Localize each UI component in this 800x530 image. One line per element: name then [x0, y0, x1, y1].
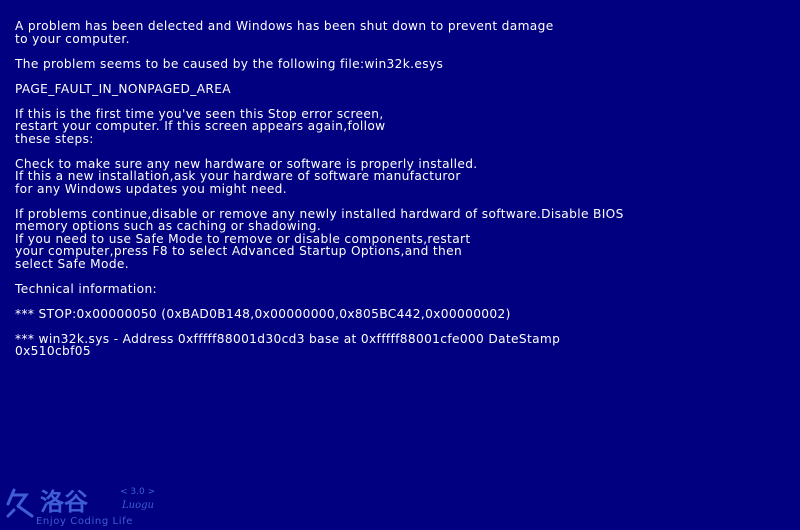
stop-error-message: A problem has been delected and Windows … [15, 20, 785, 370]
error-line: restart your computer. If this screen ap… [15, 119, 386, 133]
error-line: for any Windows updates you might need. [15, 181, 287, 196]
tagline: Enjoy Coding Life [36, 516, 133, 527]
error-line: The problem seems to be caused by the fo… [15, 56, 444, 71]
error-paragraph: PAGE_FAULT_IN_NONPAGED_AREA [15, 81, 785, 96]
logo-text: 洛谷 [40, 488, 89, 516]
error-paragraph: *** win32k.sys - Address 0xfffff88001d30… [15, 331, 785, 358]
error-line: *** STOP:0x00000050 (0xBAD0B148,0x000000… [15, 306, 511, 321]
error-line: Technical information: [15, 281, 157, 296]
error-paragraph: If this is the first time you've seen th… [15, 107, 785, 146]
luogu-logo-icon: 洛谷 [6, 488, 89, 518]
version-label: < 3.0 > [120, 487, 156, 497]
error-paragraph: Check to make sure any new hardware or s… [15, 157, 785, 196]
error-line: memory options such as caching or shadow… [15, 219, 322, 233]
error-line: A problem has been delected and Windows … [15, 19, 554, 33]
error-paragraph: Technical information: [15, 281, 785, 296]
brand-label: Luogu [122, 500, 154, 511]
error-line: If this a new installation,ask your hard… [15, 169, 461, 183]
luogu-watermark: 洛谷 < 3.0 > Luogu Enjoy Coding Life [4, 484, 174, 528]
error-line: select Safe Mode. [15, 256, 129, 271]
bsod-screen: A problem has been delected and Windows … [0, 0, 800, 530]
error-paragraph: *** STOP:0x00000050 (0xBAD0B148,0x000000… [15, 306, 785, 321]
error-line: these steps: [15, 131, 94, 146]
error-paragraph: A problem has been delected and Windows … [15, 20, 785, 45]
error-line: your computer,press F8 to select Advance… [15, 244, 463, 258]
error-line: 0x510cbf05 [15, 344, 91, 358]
error-line: *** win32k.sys - Address 0xfffff88001d30… [15, 331, 561, 346]
error-line: to your computer. [15, 31, 130, 46]
error-paragraph: If problems continue,disable or remove a… [15, 207, 785, 271]
error-line: PAGE_FAULT_IN_NONPAGED_AREA [15, 81, 231, 96]
error-paragraph: The problem seems to be caused by the fo… [15, 56, 785, 71]
